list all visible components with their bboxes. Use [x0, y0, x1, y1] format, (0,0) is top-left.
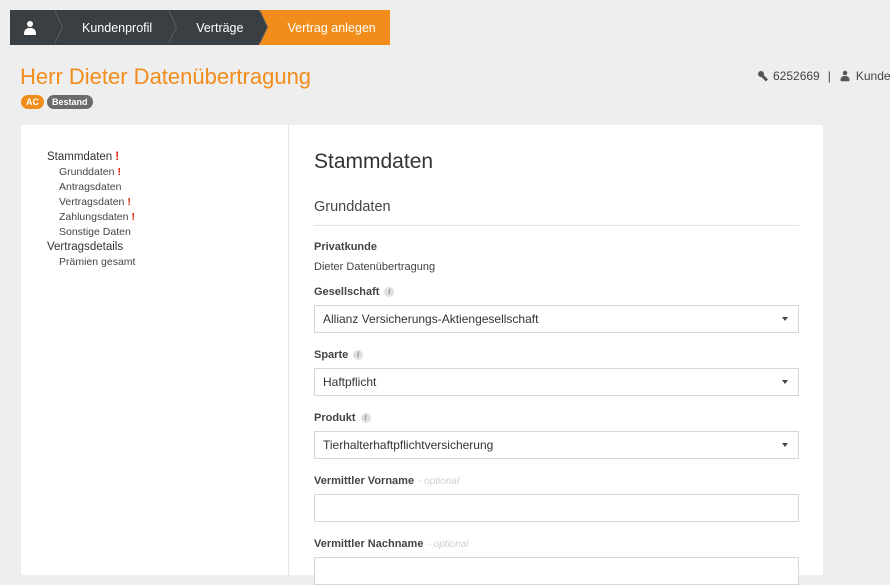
gesellschaft-label: Gesellschaft i [314, 286, 799, 298]
sidebar-item-praemien-gesamt[interactable]: Prämien gesamt [47, 255, 288, 270]
vermittler-vorname-label: Vermittler Vorname - optional [314, 475, 460, 487]
produkt-select[interactable]: Tierhalterhaftpflichtversicherung [314, 431, 799, 459]
sidebar-item-vertragsdaten[interactable]: Vertragsdaten! [47, 195, 288, 210]
form-card: Stammdaten! Grunddaten! Antragsdaten Ver… [21, 125, 823, 585]
breadcrumb-vertrag-anlegen[interactable]: Vertrag anlegen [259, 10, 390, 45]
sidebar-item-antragsdaten[interactable]: Antragsdaten [47, 180, 288, 195]
badge-ac: AC [21, 95, 44, 109]
form-main: Stammdaten Grunddaten Privatkunde Dieter… [289, 125, 823, 585]
required-marker: ! [117, 166, 121, 178]
privatkunde-label: Privatkunde [314, 241, 377, 253]
optional-hint: - optional [427, 538, 469, 550]
user-icon [24, 20, 36, 35]
sidebar-item-sonstige-daten[interactable]: Sonstige Daten [47, 225, 288, 240]
required-marker: ! [131, 211, 135, 223]
breadcrumb: Kundenprofil Verträge Vertrag anlegen [10, 10, 390, 45]
info-icon[interactable]: i [353, 350, 364, 360]
info-icon[interactable]: i [360, 413, 371, 423]
required-marker: ! [127, 196, 131, 208]
form-title: Stammdaten [314, 150, 434, 173]
breadcrumb-kundenprofil[interactable]: Kundenprofil [54, 10, 178, 45]
gesellschaft-select[interactable]: Allianz Versicherungs-Aktiengesellschaft [314, 305, 799, 333]
user-icon [840, 70, 850, 82]
sidebar-item-stammdaten[interactable]: Stammdaten! [47, 150, 288, 165]
required-marker: ! [115, 151, 120, 163]
caret-down-icon [782, 443, 788, 447]
section-title: Grunddaten [314, 199, 799, 226]
page-title: Herr Dieter Datenübertragung [20, 64, 312, 89]
customer-user-label[interactable]: Kunde [856, 69, 890, 83]
sidebar-item-grunddaten[interactable]: Grunddaten! [47, 165, 288, 180]
vermittler-nachname-input[interactable] [314, 557, 799, 585]
sparte-select[interactable]: Haftpflicht [314, 368, 799, 396]
privatkunde-value: Dieter Datenübertragung [314, 261, 436, 273]
produkt-label: Produkt i [314, 412, 799, 424]
optional-hint: - optional [418, 475, 460, 487]
breadcrumb-home[interactable] [10, 10, 63, 45]
caret-down-icon [782, 317, 788, 321]
badge-group: AC Bestand [21, 95, 93, 109]
info-icon[interactable]: i [384, 287, 395, 297]
customer-meta: 6252669 | Kunde [758, 69, 890, 83]
sidebar-nav: Stammdaten! Grunddaten! Antragsdaten Ver… [21, 125, 289, 575]
caret-down-icon [782, 380, 788, 384]
vermittler-nachname-label: Vermittler Nachname - optional [314, 538, 469, 550]
badge-bestand: Bestand [47, 95, 93, 109]
sidebar-item-zahlungsdaten[interactable]: Zahlungsdaten! [47, 210, 288, 225]
sidebar-item-vertragsdetails[interactable]: Vertragsdetails [47, 240, 288, 255]
vermittler-vorname-input[interactable] [314, 494, 799, 522]
meta-separator: | [827, 69, 831, 83]
wrench-icon [758, 71, 769, 82]
breadcrumb-vertraege[interactable]: Verträge [168, 10, 269, 45]
sparte-label: Sparte i [314, 349, 799, 361]
customer-id: 6252669 [773, 69, 820, 83]
